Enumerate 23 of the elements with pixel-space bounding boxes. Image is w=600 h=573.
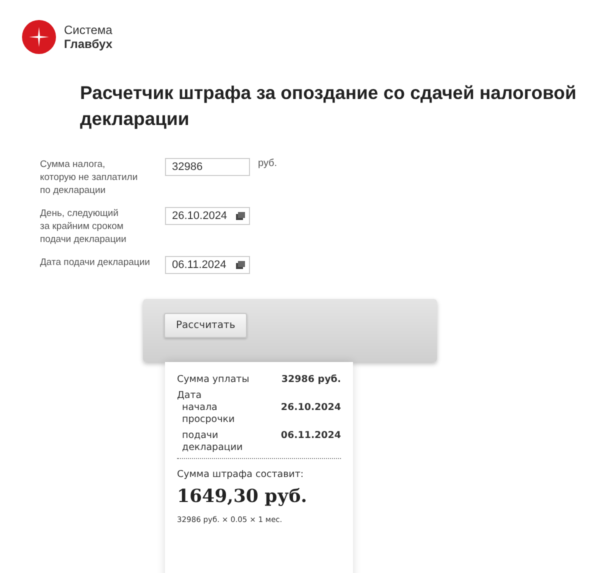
logo-icon — [22, 20, 56, 54]
field-label: День, следующий за крайним сроком подачи декларации — [40, 207, 128, 246]
receipt-label: начала просрочки — [181, 402, 235, 426]
receipt-label: Сумма уплаты — [177, 374, 250, 386]
field-label: Сумма налога, которую не заплатили по декларации — [40, 158, 139, 197]
calculate-button[interactable]: Рассчитать — [164, 313, 248, 338]
fine-amount: 1649,30 руб. — [177, 486, 308, 507]
receipt-value: 26.10.2024 — [280, 402, 341, 414]
date-field[interactable]: 26.10.2024 — [165, 207, 250, 225]
date-field[interactable]: 06.11.2024 — [165, 256, 250, 274]
calendar-icon[interactable] — [236, 261, 245, 269]
logo-text: Система — [64, 23, 112, 37]
field-label: Дата подачи декларации — [40, 256, 151, 269]
receipt-value: 32986 руб. — [281, 374, 341, 386]
fine-label: Сумма штрафа составит: — [177, 469, 305, 480]
input-field[interactable]: 32986 — [165, 158, 250, 176]
unit-label: руб. — [258, 158, 278, 169]
logo-text: Главбух — [64, 37, 112, 51]
receipt-label: Дата — [177, 390, 202, 402]
receipt-value: 06.11.2024 — [280, 430, 341, 442]
calendar-icon[interactable] — [236, 212, 245, 220]
page-title: Расчетчик штрафа за опоздание со сдачей налоговой декларации — [80, 81, 578, 131]
receipt-label: подачи декларации — [181, 430, 243, 454]
